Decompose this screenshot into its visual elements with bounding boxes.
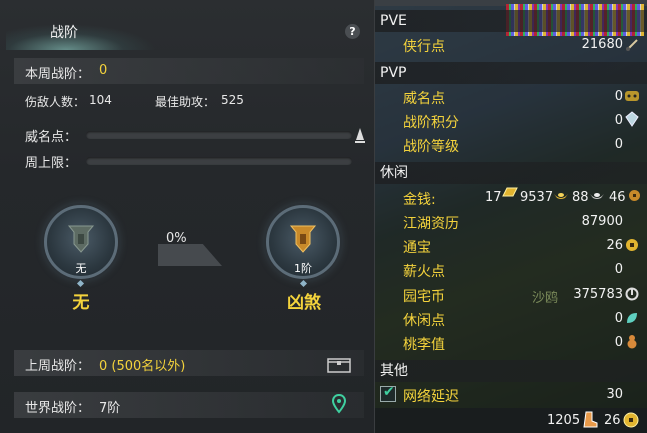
silver-ingot-icon (589, 187, 605, 206)
latency-checkbox[interactable]: ✔ (380, 384, 396, 402)
taoli-value: 0 (614, 335, 623, 350)
kills-value: 104 (89, 93, 112, 107)
current-rank-badge[interactable]: 无 (44, 205, 118, 279)
house-coin-icon (625, 286, 639, 305)
xiaxing-label: 侠行点 (403, 39, 445, 55)
bottom-bar: 1205 26 (375, 408, 647, 433)
helmet-icon (66, 222, 96, 262)
bottom-left-value: 1205 (547, 413, 581, 428)
money-gold-bar-value: 17 (485, 190, 502, 205)
rank-panel: 战阶 ? 本周战阶： 0 伤敌人数： 104 最佳助攻： 525 威名点： 周上… (0, 0, 375, 433)
world-rank-label: 世界战阶： (25, 401, 91, 416)
chest-icon[interactable] (327, 355, 351, 377)
crystal-icon (625, 111, 639, 131)
weekly-cap-bar (86, 157, 352, 165)
taoli-label: 桃李值 (403, 337, 445, 353)
next-rank-name: 凶煞 (287, 293, 321, 313)
world-rank-value: 7阶 (99, 401, 121, 416)
latency-value: 30 (606, 387, 623, 402)
boot-icon (582, 411, 598, 433)
coin-icon (625, 237, 639, 256)
latency-label: 网络延迟 (403, 389, 459, 405)
next-rank-badge[interactable]: 1阶 (266, 205, 340, 279)
weekly-cap-label: 周上限： (25, 156, 78, 171)
last-week-value: 0 (500名以外) (99, 359, 186, 374)
watermark: 沙鸥 (532, 291, 559, 306)
gold-bar-icon (501, 185, 519, 204)
yuanzhai-label: 园宅币 (403, 289, 445, 305)
leisure-header: 休闲 (375, 162, 647, 184)
kills-label: 伤敌人数： (25, 95, 86, 109)
help-icon[interactable]: ? (345, 24, 360, 39)
gold-ingot-icon (553, 187, 569, 206)
leaf-icon (625, 310, 639, 329)
location-pin-icon[interactable] (331, 393, 347, 418)
weekly-rank-value: 0 (99, 63, 108, 78)
copper-coin-icon (628, 187, 641, 206)
money-gold-value: 9537 (520, 190, 554, 205)
money-label: 金钱: (403, 192, 436, 208)
jianghu-label: 江湖资历 (403, 216, 459, 232)
currency-panel: PVE 侠行点 21680 PVP 威名点 0 战阶积分 0 战阶等级 0 休闲… (375, 0, 647, 433)
zhanjie-points-label: 战阶积分 (403, 115, 459, 131)
gourd-icon (625, 333, 639, 353)
xinhuo-value: 0 (614, 262, 623, 277)
money-silver-value: 88 (572, 190, 589, 205)
assist-value: 525 (221, 93, 244, 107)
money-copper-value: 46 (609, 190, 626, 205)
progress-arrow (158, 244, 222, 266)
title-bar: 战阶 ? (0, 18, 375, 50)
panel-title: 战阶 (50, 25, 78, 41)
yuanzhai-value: 375783 (573, 287, 623, 302)
diamond-decoration (299, 279, 308, 288)
xiuxian-value: 0 (614, 311, 623, 326)
prestige-bar (86, 131, 352, 139)
current-rank-name: 无 (72, 293, 90, 313)
weekly-rank-label: 本周战阶： (25, 67, 91, 82)
tongbao-label: 通宝 (403, 240, 431, 256)
current-rank-sub: 无 (75, 262, 87, 275)
weiming-label: 威名点 (403, 91, 445, 107)
helmet-icon (288, 222, 318, 262)
pve-header: PVE (375, 10, 647, 32)
zhanjie-level-value: 0 (614, 137, 623, 152)
mask-icon (624, 88, 640, 107)
checkbox-check-icon: ✔ (383, 384, 395, 400)
jianghu-value: 87900 (581, 214, 623, 229)
prestige-label: 威名点： (25, 130, 78, 145)
last-week-label: 上周战阶： (25, 359, 91, 374)
bottom-right-value: 26 (604, 413, 621, 428)
coin-icon (623, 412, 639, 432)
title-swoosh-decoration (6, 24, 156, 50)
assist-label: 最佳助攻： (155, 95, 216, 109)
next-rank-sub: 1阶 (294, 262, 312, 275)
xiuxian-label: 休闲点 (403, 313, 445, 329)
xiaxing-value: 21680 (581, 37, 623, 52)
other-header: 其他 (375, 360, 647, 382)
xinhuo-label: 薪火点 (403, 264, 445, 280)
weiming-value: 0 (614, 89, 623, 104)
tongbao-value: 26 (606, 238, 623, 253)
zhanjie-level-label: 战阶等级 (403, 139, 459, 155)
brush-icon (625, 37, 639, 56)
pvp-header: PVP (375, 62, 647, 84)
zhanjie-points-value: 0 (614, 113, 623, 128)
diamond-decoration (76, 279, 85, 288)
prestige-marker-icon (355, 128, 365, 147)
progress-percent: 0% (166, 231, 187, 246)
